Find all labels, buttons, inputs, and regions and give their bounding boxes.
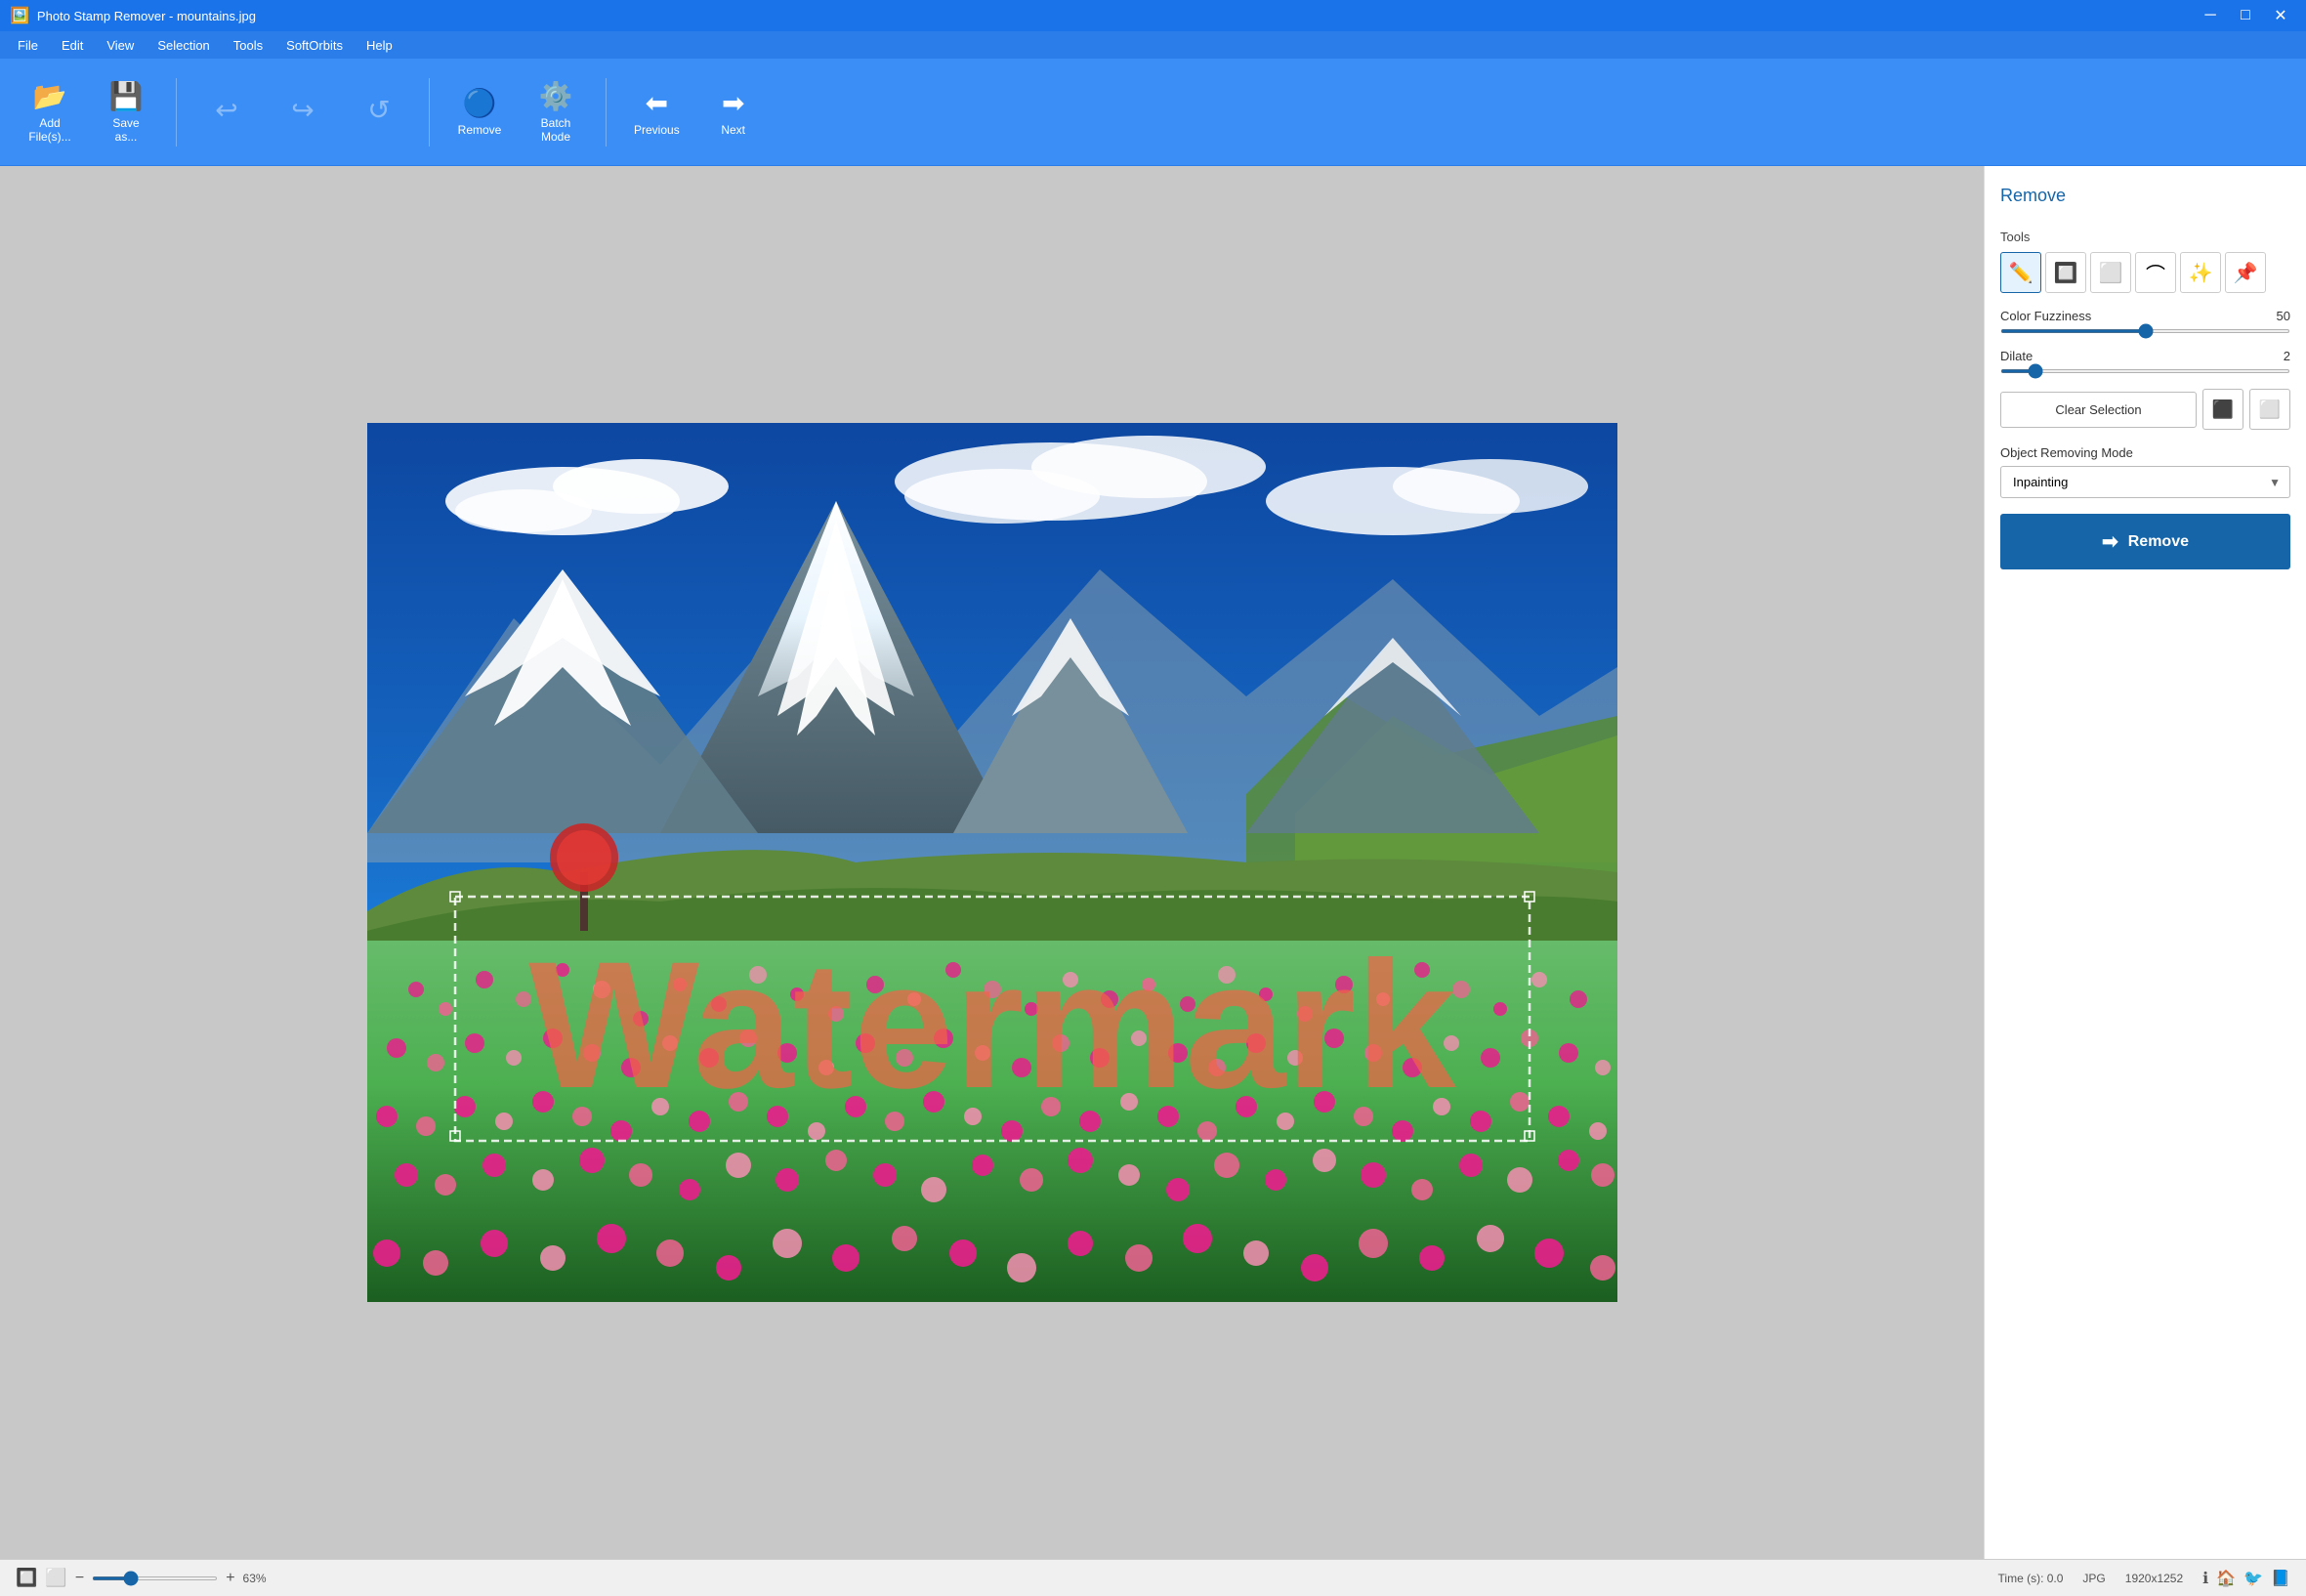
tools-label: Tools	[2000, 230, 2290, 244]
redo-icon: ↪	[291, 94, 314, 126]
side-panel: Remove Tools ✏️ 🔲 ⬜ ⌒ ✨ 📌 Color Fuzzines…	[1984, 166, 2306, 1559]
batch-mode-label: BatchMode	[541, 116, 571, 145]
status-bar: 🔲 ⬜ − + 63% Time (s): 0.0 JPG 1920x1252 …	[0, 1559, 2306, 1596]
main-layout: Watermark Remove Tools ✏️ 🔲 ⬜ ⌒ ✨ 📌	[0, 166, 2306, 1559]
rect-select-tool-button[interactable]: ⬜	[2090, 252, 2131, 293]
facebook-icon[interactable]: 📘	[2271, 1569, 2290, 1588]
image-container: Watermark	[367, 208, 1617, 1517]
previous-button[interactable]: ⬅ Previous	[622, 68, 692, 156]
pin-tool-button[interactable]: 📌	[2225, 252, 2266, 293]
title-bar: 🖼️ Photo Stamp Remover - mountains.jpg ─…	[0, 0, 2306, 31]
color-fuzziness-value: 50	[2277, 309, 2290, 323]
undo-button[interactable]: ↩	[192, 68, 261, 156]
twitter-icon[interactable]: 🐦	[2243, 1569, 2263, 1588]
toolbar-separator-1	[176, 78, 177, 147]
remove-btn-label: Remove	[2128, 533, 2189, 551]
zoom-controls: 🔲 ⬜ − + 63%	[16, 1568, 267, 1588]
tools-section: Tools ✏️ 🔲 ⬜ ⌒ ✨ 📌	[2000, 230, 2290, 293]
add-files-icon: 📂	[33, 80, 67, 112]
toolbar-separator-2	[429, 78, 430, 147]
menu-selection[interactable]: Selection	[147, 34, 219, 57]
dimensions-label: 1920x1252	[2125, 1572, 2183, 1585]
previous-icon: ⬅	[646, 87, 668, 119]
dilate-label: Dilate	[2000, 349, 2033, 363]
menu-edit[interactable]: Edit	[52, 34, 93, 57]
color-fuzziness-label: Color Fuzziness	[2000, 309, 2091, 323]
remove-btn-icon: ➡	[2102, 529, 2118, 554]
dilate-slider[interactable]	[2000, 369, 2290, 373]
brush-tool-button[interactable]: ✏️	[2000, 252, 2041, 293]
redo-button[interactable]: ↪	[269, 68, 337, 156]
social-icons: ℹ 🏠 🐦 📘	[2202, 1569, 2290, 1588]
reset-icon: ↺	[367, 94, 390, 126]
mode-select[interactable]: Inpainting Clone Fill	[2000, 466, 2290, 498]
tools-row: ✏️ 🔲 ⬜ ⌒ ✨ 📌	[2000, 252, 2290, 293]
app-icon: 🖼️	[10, 6, 29, 25]
minimize-button[interactable]: ─	[2195, 0, 2226, 31]
zoom-minus-icon[interactable]: −	[75, 1570, 84, 1587]
close-button[interactable]: ✕	[2265, 0, 2296, 31]
remove-button[interactable]: ➡ Remove	[2000, 514, 2290, 569]
previous-label: Previous	[634, 123, 680, 137]
time-label: Time (s): 0.0	[1998, 1572, 2064, 1585]
save-as-icon: 💾	[109, 80, 144, 112]
zoom-plus-icon[interactable]: +	[226, 1570, 234, 1587]
add-files-button[interactable]: 📂 AddFile(s)...	[16, 68, 84, 156]
clear-selection-button[interactable]: Clear Selection	[2000, 392, 2197, 428]
select-all-button[interactable]: ⬛	[2202, 389, 2243, 430]
zoom-level: 63%	[243, 1572, 267, 1585]
menu-softorbits[interactable]: SoftOrbits	[276, 34, 353, 57]
smart-brush-tool-button[interactable]: 🔲	[2045, 252, 2086, 293]
save-as-button[interactable]: 💾 Saveas...	[92, 68, 160, 156]
zoom-fit-button[interactable]: 🔲	[16, 1568, 37, 1588]
home-icon[interactable]: 🏠	[2216, 1569, 2236, 1588]
object-removing-mode-label: Object Removing Mode	[2000, 445, 2290, 460]
batch-mode-icon: ⚙️	[539, 80, 573, 112]
menu-file[interactable]: File	[8, 34, 48, 57]
window-title: Photo Stamp Remover - mountains.jpg	[37, 9, 256, 23]
zoom-actual-button[interactable]: ⬜	[45, 1568, 66, 1588]
watermark-text: Watermark	[528, 925, 1457, 1126]
remove-icon-toolbar: 🔵	[463, 87, 497, 119]
color-fuzziness-section: Color Fuzziness 50	[2000, 309, 2290, 333]
format-label: JPG	[2082, 1572, 2105, 1585]
menu-view[interactable]: View	[97, 34, 144, 57]
remove-button-toolbar[interactable]: 🔵 Remove	[445, 68, 514, 156]
menu-bar: File Edit View Selection Tools SoftOrbit…	[0, 31, 2306, 59]
toolbar: 📂 AddFile(s)... 💾 Saveas... ↩ ↪ ↺ 🔵 Remo…	[0, 59, 2306, 166]
invert-selection-button[interactable]: ⬜	[2249, 389, 2290, 430]
dilate-section: Dilate 2	[2000, 349, 2290, 373]
landscape-image: Watermark	[367, 208, 1617, 1517]
menu-tools[interactable]: Tools	[224, 34, 273, 57]
removing-mode-section: Object Removing Mode Inpainting Clone Fi…	[2000, 445, 2290, 498]
menu-help[interactable]: Help	[356, 34, 402, 57]
undo-icon: ↩	[215, 94, 237, 126]
toolbar-separator-3	[606, 78, 607, 147]
zoom-slider[interactable]	[92, 1576, 218, 1580]
action-row: Clear Selection ⬛ ⬜	[2000, 389, 2290, 430]
mode-select-wrapper: Inpainting Clone Fill ▼	[2000, 466, 2290, 498]
dilate-value: 2	[2284, 349, 2290, 363]
reset-button[interactable]: ↺	[345, 68, 413, 156]
remove-label: Remove	[458, 123, 502, 137]
next-icon: ➡	[722, 87, 744, 119]
add-files-label: AddFile(s)...	[28, 116, 70, 145]
info-icon[interactable]: ℹ	[2202, 1569, 2208, 1588]
canvas-area[interactable]: Watermark	[0, 166, 1984, 1559]
save-as-label: Saveas...	[112, 116, 139, 145]
panel-title: Remove	[2000, 186, 2290, 206]
maximize-button[interactable]: □	[2230, 0, 2261, 31]
color-fuzziness-slider[interactable]	[2000, 329, 2290, 333]
magic-wand-tool-button[interactable]: ✨	[2180, 252, 2221, 293]
next-label: Next	[721, 123, 745, 137]
next-button[interactable]: ➡ Next	[699, 68, 768, 156]
lasso-tool-button[interactable]: ⌒	[2135, 252, 2176, 293]
batch-mode-button[interactable]: ⚙️ BatchMode	[522, 68, 590, 156]
